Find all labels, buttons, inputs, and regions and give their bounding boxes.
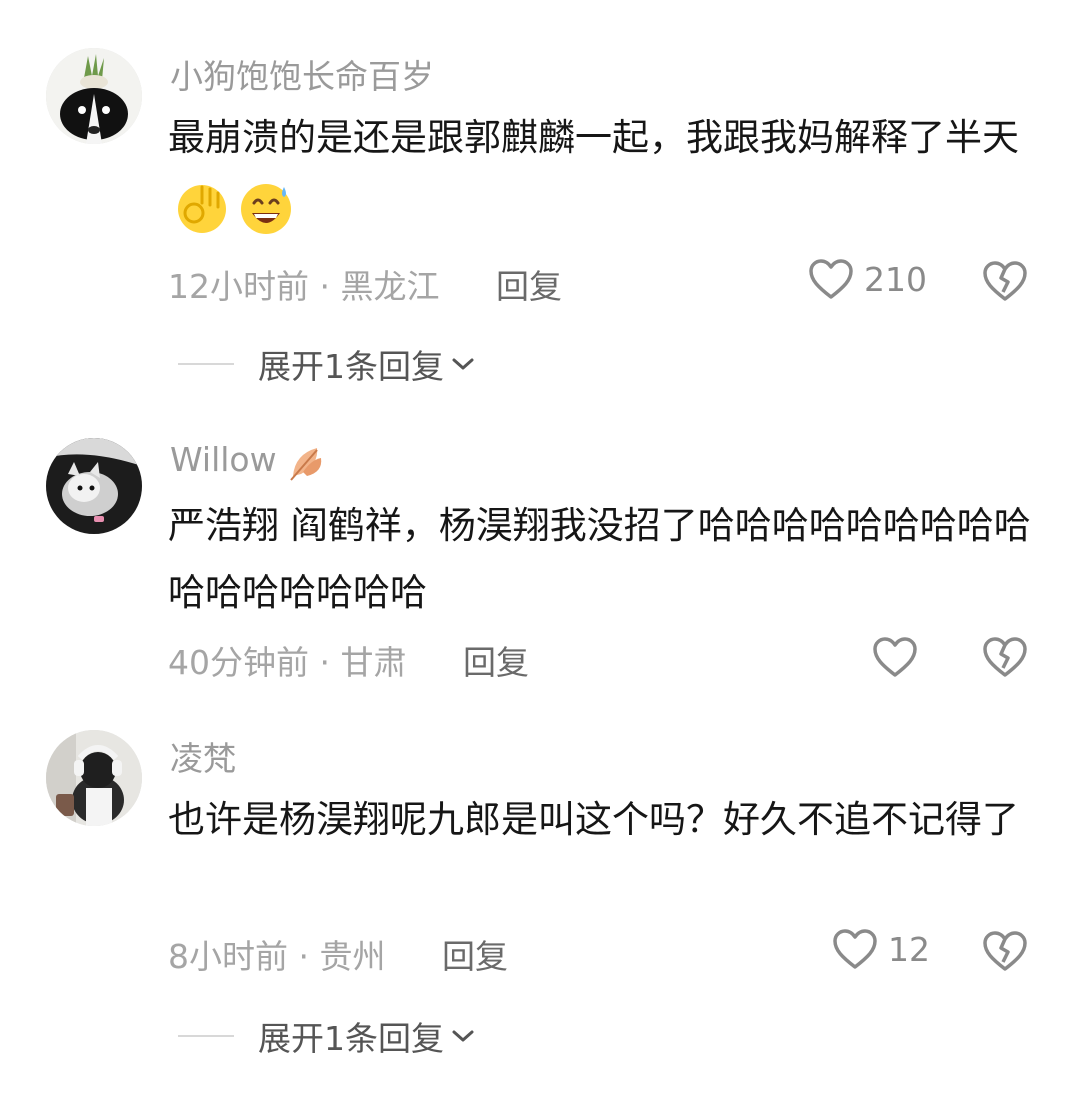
comment-location: 贵州 [319,937,386,976]
heart-icon [832,928,878,970]
meta-separator: · [298,937,310,976]
heart-icon [872,636,918,678]
comment-time: 8小时前 [168,937,288,976]
broken-heart-icon [982,636,1028,678]
reply-button[interactable]: 回复 [442,937,508,976]
comment-time: 12小时前 [168,267,309,306]
like-button[interactable]: 12 [832,928,930,970]
expand-label: 展开1条回复 [258,1019,444,1058]
dislike-button[interactable] [982,636,1028,678]
broken-heart-icon [982,930,1028,972]
comment-location: 黑龙江 [340,267,440,306]
comment-text: 最崩溃的是还是跟郭麒麟一起，我跟我妈解释了半天 [168,104,1038,238]
comment-time: 40分钟前 [168,643,309,682]
chevron-down-icon [450,355,476,373]
username[interactable]: 小狗饱饱长命百岁 [170,50,434,98]
meta-separator: · [319,267,331,306]
comment-text-content: 严浩翔 阎鹤祥，杨淏翔我没招了哈哈哈哈哈哈哈哈哈哈哈哈哈哈哈哈 [168,504,1031,614]
comment-location: 甘肃 [340,643,407,682]
heart-icon [808,258,854,300]
reply-button[interactable]: 回复 [463,643,529,682]
comment-text: 也许是杨淏翔呢九郎是叫这个吗？好久不追不记得了 [168,786,1038,853]
avatar[interactable] [46,730,142,826]
autumn-leaf-icon [287,442,329,482]
avatar[interactable] [46,48,142,144]
like-count: 210 [864,259,927,299]
chevron-down-icon [450,1027,476,1045]
expand-replies-button[interactable]: 展开1条回复 [178,340,476,388]
username[interactable]: 凌梵 [170,732,236,780]
like-count: 12 [888,929,930,969]
comment-text-content: 也许是杨淏翔呢九郎是叫这个吗？好久不追不记得了 [168,798,1019,841]
broken-heart-icon [982,260,1028,302]
comment-text: 严浩翔 阎鹤祥，杨淏翔我没招了哈哈哈哈哈哈哈哈哈哈哈哈哈哈哈哈 [168,492,1038,626]
reply-button[interactable]: 回复 [496,267,562,306]
meta-separator: · [319,643,331,682]
expand-replies-button[interactable]: 展开1条回复 [178,1012,476,1060]
grinning-sweat-emoji [236,177,296,237]
avatar[interactable] [46,438,142,534]
username[interactable]: Willow [170,440,329,482]
comment-meta: 12小时前 · 黑龙江 回复 [168,260,562,308]
comment-meta: 8小时前 · 贵州 回复 [168,930,508,978]
comment-meta: 40分钟前 · 甘肃 回复 [168,636,529,684]
divider-line [178,363,234,365]
divider-line [178,1035,234,1037]
dislike-button[interactable] [982,260,1028,302]
like-button[interactable] [872,636,928,678]
username-text: Willow [170,440,277,479]
comment-text-content: 最崩溃的是还是跟郭麒麟一起，我跟我妈解释了半天 [168,116,1019,159]
expand-label: 展开1条回复 [258,347,444,386]
like-button[interactable]: 210 [808,258,927,300]
ok-hand-emoji [172,177,232,237]
dislike-button[interactable] [982,930,1028,972]
